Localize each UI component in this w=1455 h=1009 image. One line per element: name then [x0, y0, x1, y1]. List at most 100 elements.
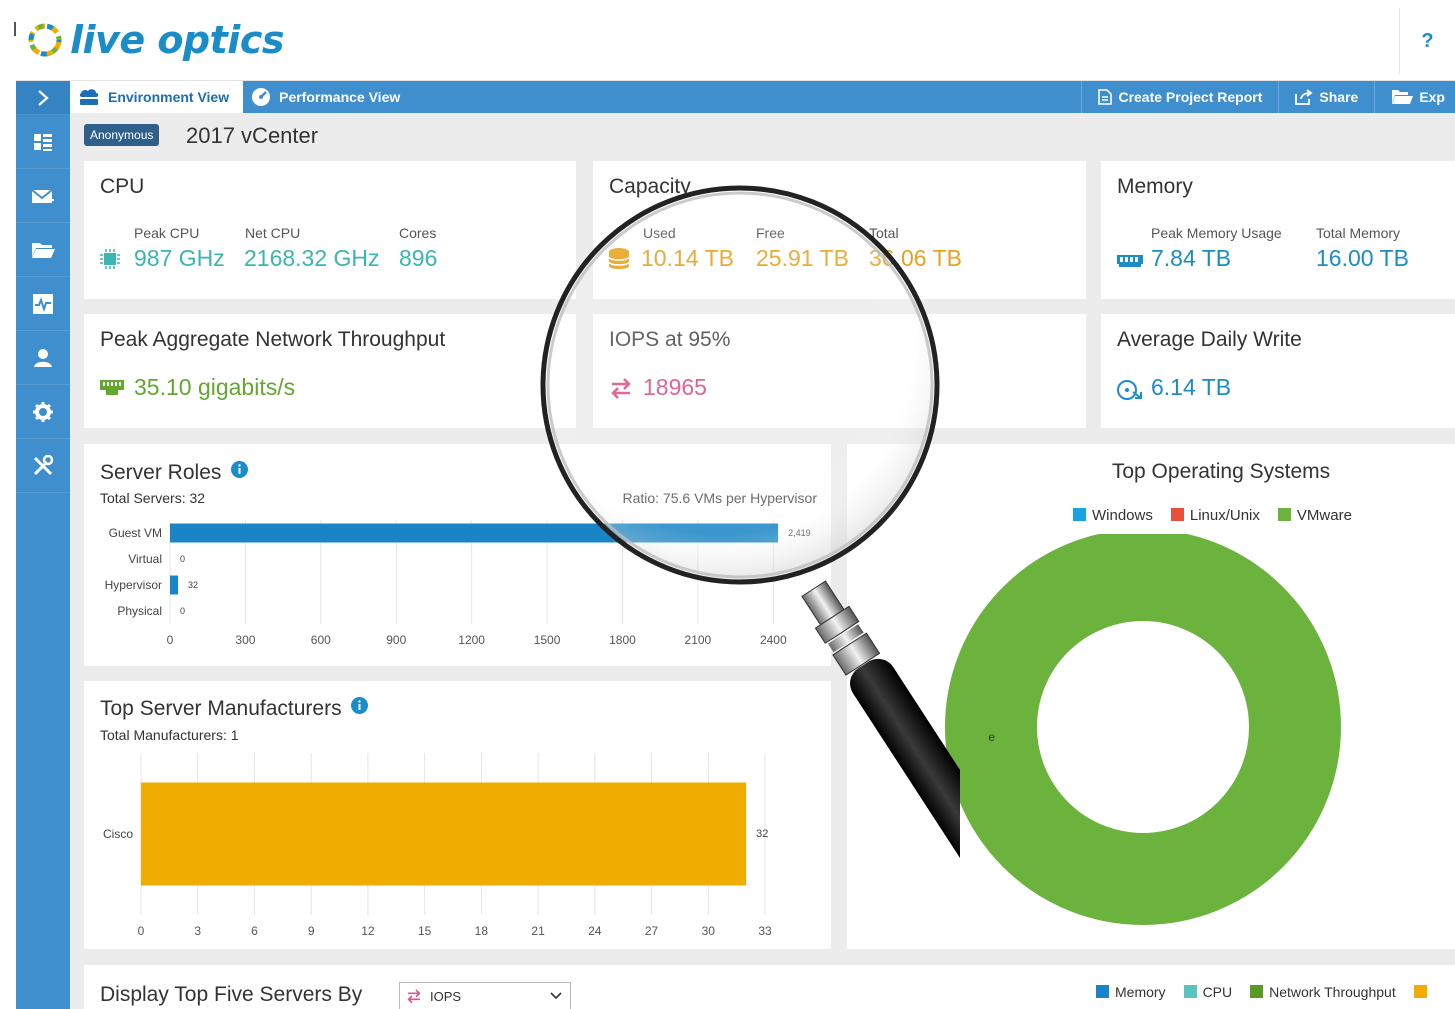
- logo-text: live optics: [70, 18, 284, 62]
- live-optics-logo[interactable]: live optics: [26, 18, 284, 62]
- x-tick-label: 30: [702, 924, 716, 938]
- legend-item[interactable]: VMware: [1277, 507, 1352, 524]
- legend-item[interactable]: Windows: [1073, 507, 1153, 524]
- category-label: Guest VM: [109, 526, 162, 540]
- chevron-down-icon: [550, 992, 562, 1000]
- peak-memory-label: Peak Memory Usage: [1151, 225, 1282, 241]
- share-button[interactable]: Share: [1278, 81, 1374, 113]
- capacity-card: Capacity Used 10.14 TB Free 25.91 TB Tot…: [593, 161, 1086, 299]
- legend-label: CPU: [1202, 984, 1233, 1000]
- os-title: Top Operating Systems: [1111, 460, 1331, 483]
- donut-callout-label: e: [988, 730, 995, 744]
- used-label: Used: [643, 225, 676, 241]
- sidebar-toggle[interactable]: [16, 81, 70, 115]
- window-edge: [14, 22, 16, 36]
- os-donut-chart: e: [945, 534, 1341, 925]
- memory-module-icon: [1117, 255, 1143, 267]
- top-five-card: Display Top Five Servers By IOPS Memory C…: [84, 965, 1455, 1009]
- tools-icon: [33, 454, 54, 475]
- manufacturers-title: Top Server Manufacturers: [100, 697, 369, 721]
- network-port-icon: [100, 380, 124, 395]
- manufacturers-card: Top Server Manufacturers Total Manufactu…: [84, 681, 831, 949]
- peak-cpu-value: 987 GHz: [134, 245, 225, 271]
- chevron-right-icon: [38, 89, 49, 106]
- export-label: Exp: [1419, 89, 1445, 105]
- legend-swatch: [1277, 508, 1291, 521]
- app-header: live optics ?: [16, 0, 1455, 81]
- sidebar-item-activity[interactable]: [16, 277, 70, 331]
- cpu-title: CPU: [100, 175, 145, 198]
- x-tick-label: 1200: [458, 633, 485, 647]
- x-tick-label: 27: [645, 924, 659, 938]
- total-memory-value: 16.00 TB: [1316, 245, 1409, 271]
- legend-item[interactable]: Network Throughput: [1250, 984, 1396, 1000]
- export-folder-icon: [1392, 90, 1414, 104]
- create-project-report-label: Create Project Report: [1118, 89, 1263, 105]
- database-icon: [608, 248, 630, 269]
- export-button[interactable]: Exp: [1374, 81, 1455, 113]
- top-five-label: Display Top Five Servers By: [100, 983, 363, 1006]
- bar: [170, 523, 779, 543]
- x-tick-label: 2400: [760, 633, 787, 647]
- sidebar-item-dashboard[interactable]: [16, 115, 70, 169]
- server-roles-card: Server Roles Total Servers: 32 Ratio: 75…: [84, 444, 831, 666]
- free-label: Free: [756, 225, 785, 241]
- create-project-report-button[interactable]: Create Project Report: [1081, 81, 1278, 113]
- network-value: 35.10 gigabits/s: [134, 374, 296, 400]
- network-card: Peak Aggregate Network Throughput 35.10 …: [84, 314, 576, 428]
- iops-arrows-icon: [407, 989, 421, 1004]
- capacity-title: Capacity: [609, 175, 691, 198]
- free-value: 25.91 TB: [756, 245, 849, 271]
- document-icon: [1098, 89, 1113, 105]
- x-tick-label: 33: [758, 924, 772, 938]
- memory-title: Memory: [1117, 175, 1193, 198]
- tab-performance-view[interactable]: Performance View: [243, 81, 414, 113]
- cores-label: Cores: [399, 225, 437, 241]
- logo-mark-icon: [28, 23, 62, 57]
- x-tick-label: 1800: [609, 633, 636, 647]
- sidebar: [16, 81, 70, 1009]
- x-tick-label: 2100: [685, 633, 712, 647]
- sidebar-item-tools[interactable]: [16, 439, 70, 493]
- category-label: Physical: [117, 604, 162, 618]
- used-value: 10.14 TB: [641, 245, 734, 271]
- legend-item[interactable]: [1413, 984, 1433, 1000]
- daily-write-value: 6.14 TB: [1151, 374, 1232, 400]
- bar: [141, 782, 747, 886]
- legend-label: VMware: [1296, 507, 1352, 524]
- os-card: Top Operating Systems Windows Linux/Unix V…: [847, 444, 1455, 949]
- info-icon[interactable]: [231, 461, 249, 478]
- legend-item[interactable]: Memory: [1096, 984, 1166, 1000]
- top-five-select-value: IOPS: [430, 988, 462, 1004]
- x-tick-label: 600: [311, 633, 331, 647]
- category-label: Cisco: [103, 827, 133, 841]
- info-icon[interactable]: [351, 697, 369, 714]
- donut-slice: [945, 534, 1341, 925]
- user-icon: [34, 348, 52, 367]
- help-button[interactable]: ?: [1399, 8, 1455, 74]
- sidebar-item-folder[interactable]: [16, 223, 70, 277]
- x-tick-label: 300: [235, 633, 255, 647]
- x-tick-label: 24: [588, 924, 602, 938]
- os-legend: Windows Linux/Unix VMware: [1073, 507, 1352, 524]
- server-roles-subtitle: Total Servers: 32: [100, 490, 206, 506]
- network-title: Peak Aggregate Network Throughput: [100, 328, 446, 351]
- daily-write-card: Average Daily Write 6.14 TB: [1101, 314, 1455, 428]
- legend-swatch: [1250, 985, 1264, 998]
- manufacturers-chart: 0 3 6 9 12 15 18 21 24 27 30 33 Cisco 32: [103, 753, 772, 938]
- data-label: 32: [188, 580, 198, 590]
- total-capacity-value: 36.06 TB: [869, 245, 962, 271]
- tab-environment-view[interactable]: Environment View: [70, 81, 244, 113]
- peak-memory-value: 7.84 TB: [1151, 245, 1232, 271]
- sidebar-item-settings[interactable]: [16, 385, 70, 439]
- legend-item[interactable]: Linux/Unix: [1170, 507, 1260, 524]
- top-five-select[interactable]: IOPS: [399, 982, 571, 1009]
- share-label: Share: [1319, 89, 1359, 105]
- sidebar-item-mail[interactable]: [16, 169, 70, 223]
- mail-icon: [31, 188, 54, 203]
- cloud-server-icon: [78, 88, 100, 106]
- cpu-card: CPU Peak CPU 987 GHz Net CPU 2168.32 GHz…: [84, 161, 576, 299]
- legend-item[interactable]: CPU: [1183, 984, 1233, 1000]
- sidebar-item-user[interactable]: [16, 331, 70, 385]
- server-roles-title-text: Server Roles: [100, 461, 222, 484]
